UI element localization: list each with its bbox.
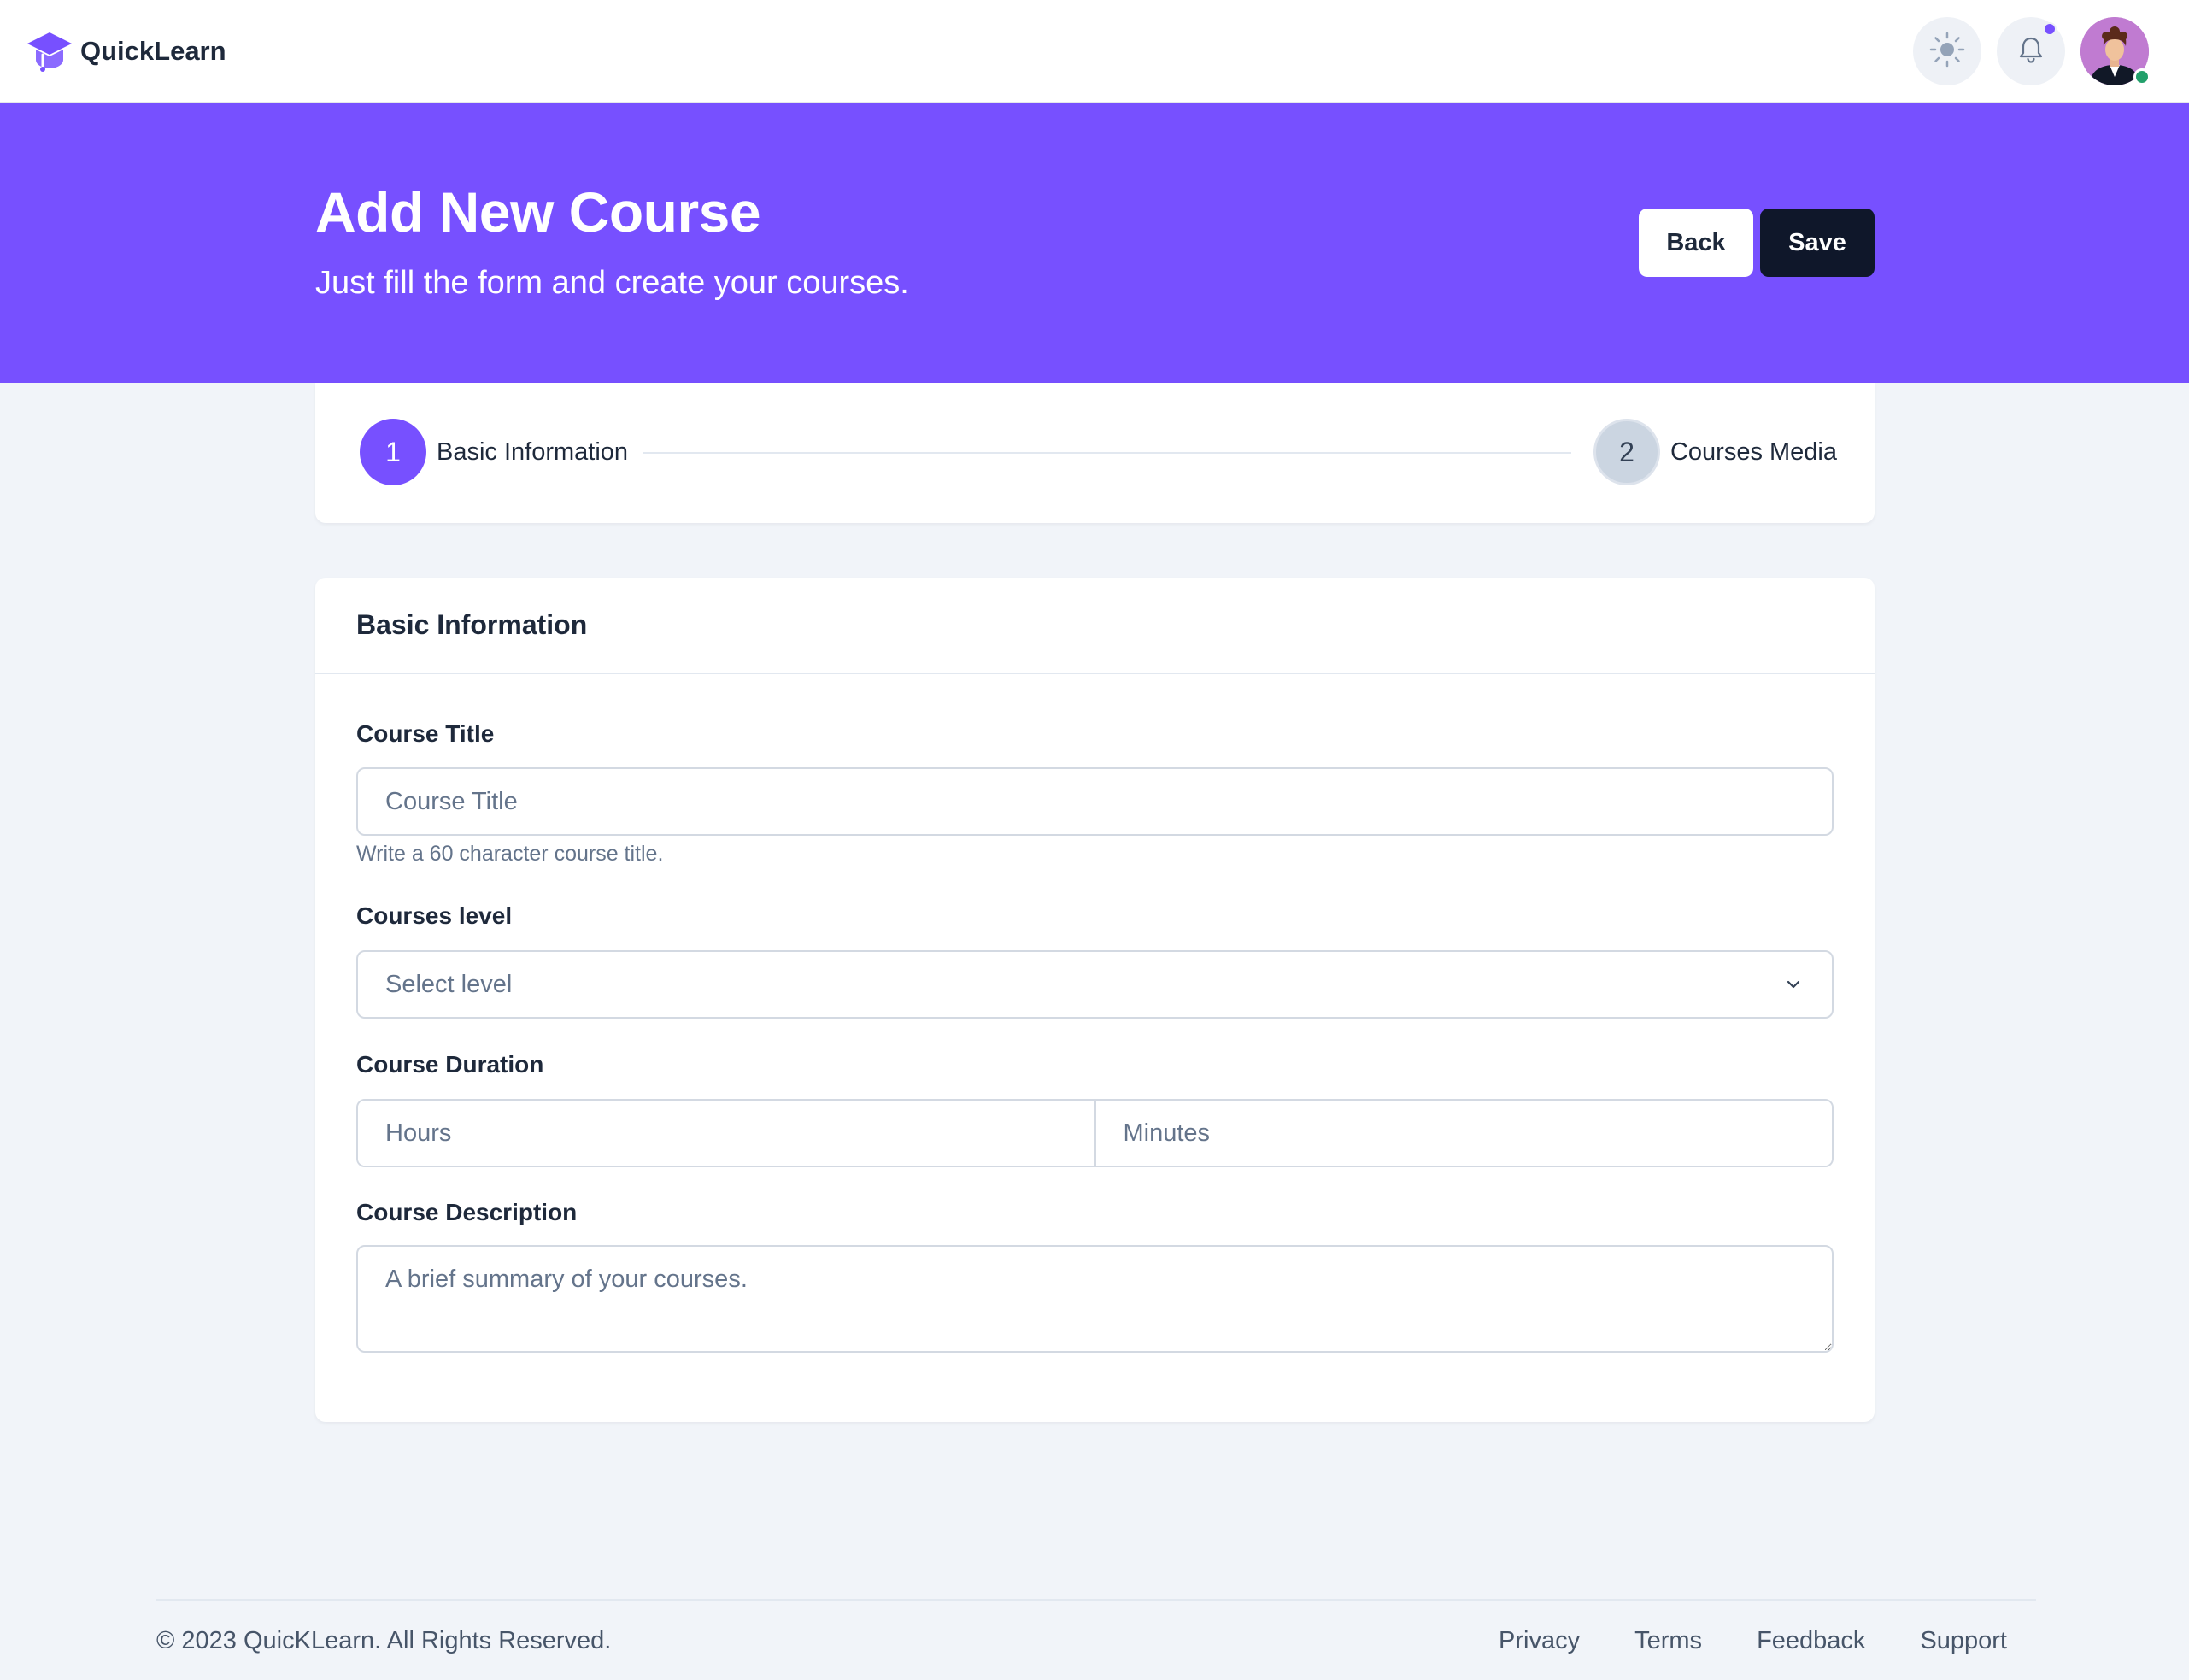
footer-link-terms[interactable]: Terms (1634, 1627, 1702, 1655)
course-description-label: Course Description (356, 1199, 578, 1225)
chevron-down-icon (1782, 973, 1805, 996)
course-level-select[interactable]: Select level (356, 950, 1834, 1019)
form-stepper: 1 Basic Information 2 Courses Media (315, 383, 1875, 523)
step-connector (643, 452, 1571, 454)
card-header: Basic Information (315, 578, 1875, 674)
footer-copyright: © 2023 QuicKLearn. All Rights Reserved. (156, 1627, 612, 1654)
step-courses-media[interactable]: 2 Courses Media (1593, 419, 1837, 485)
course-level-label: Courses level (356, 902, 513, 929)
online-status-indicator (2133, 68, 2151, 85)
save-button[interactable]: Save (1760, 209, 1875, 277)
minutes-input[interactable] (1095, 1101, 1832, 1166)
course-duration-label: Course Duration (356, 1051, 544, 1078)
footer-links: Privacy Terms Feedback Support (1499, 1627, 2007, 1655)
hours-input[interactable] (358, 1101, 1094, 1166)
notifications-button[interactable] (1997, 17, 2065, 85)
brand-name: QuickLearn (80, 36, 226, 66)
course-title-help: Write a 60 character course title. (356, 842, 664, 866)
page-hero: Add New Course Just fill the form and cr… (0, 103, 2189, 383)
graduation-cap-icon (26, 29, 73, 73)
select-value: Select level (385, 970, 513, 998)
footer-divider (156, 1599, 2036, 1601)
course-description-textarea[interactable] (356, 1245, 1834, 1353)
step-label: Courses Media (1670, 438, 1837, 466)
basic-information-card: Basic Information Course Title Write a 6… (315, 578, 1875, 1422)
user-avatar[interactable] (2080, 17, 2151, 85)
footer-link-feedback[interactable]: Feedback (1757, 1627, 1865, 1655)
top-navbar: QuickLearn (0, 0, 2189, 103)
step-number: 2 (1593, 419, 1660, 485)
step-label: Basic Information (437, 438, 629, 466)
bell-icon (2012, 31, 2050, 73)
course-duration-group (356, 1099, 1834, 1167)
sun-icon (1928, 31, 1966, 73)
navbar-actions (1913, 17, 2151, 85)
back-button[interactable]: Back (1639, 209, 1753, 277)
notification-badge (2043, 22, 2057, 36)
step-number: 1 (360, 419, 426, 485)
course-title-label: Course Title (356, 720, 495, 747)
footer-link-support[interactable]: Support (1920, 1627, 2007, 1655)
page-title: Add New Course (315, 180, 761, 244)
card-title: Basic Information (356, 609, 588, 640)
brand-logo[interactable]: QuickLearn (26, 29, 226, 73)
step-basic-information[interactable]: 1 Basic Information (360, 419, 628, 485)
theme-toggle-button[interactable] (1913, 17, 1981, 85)
footer-link-privacy[interactable]: Privacy (1499, 1627, 1580, 1655)
page-subtitle: Just fill the form and create your cours… (315, 265, 909, 301)
course-title-input[interactable] (356, 767, 1834, 836)
